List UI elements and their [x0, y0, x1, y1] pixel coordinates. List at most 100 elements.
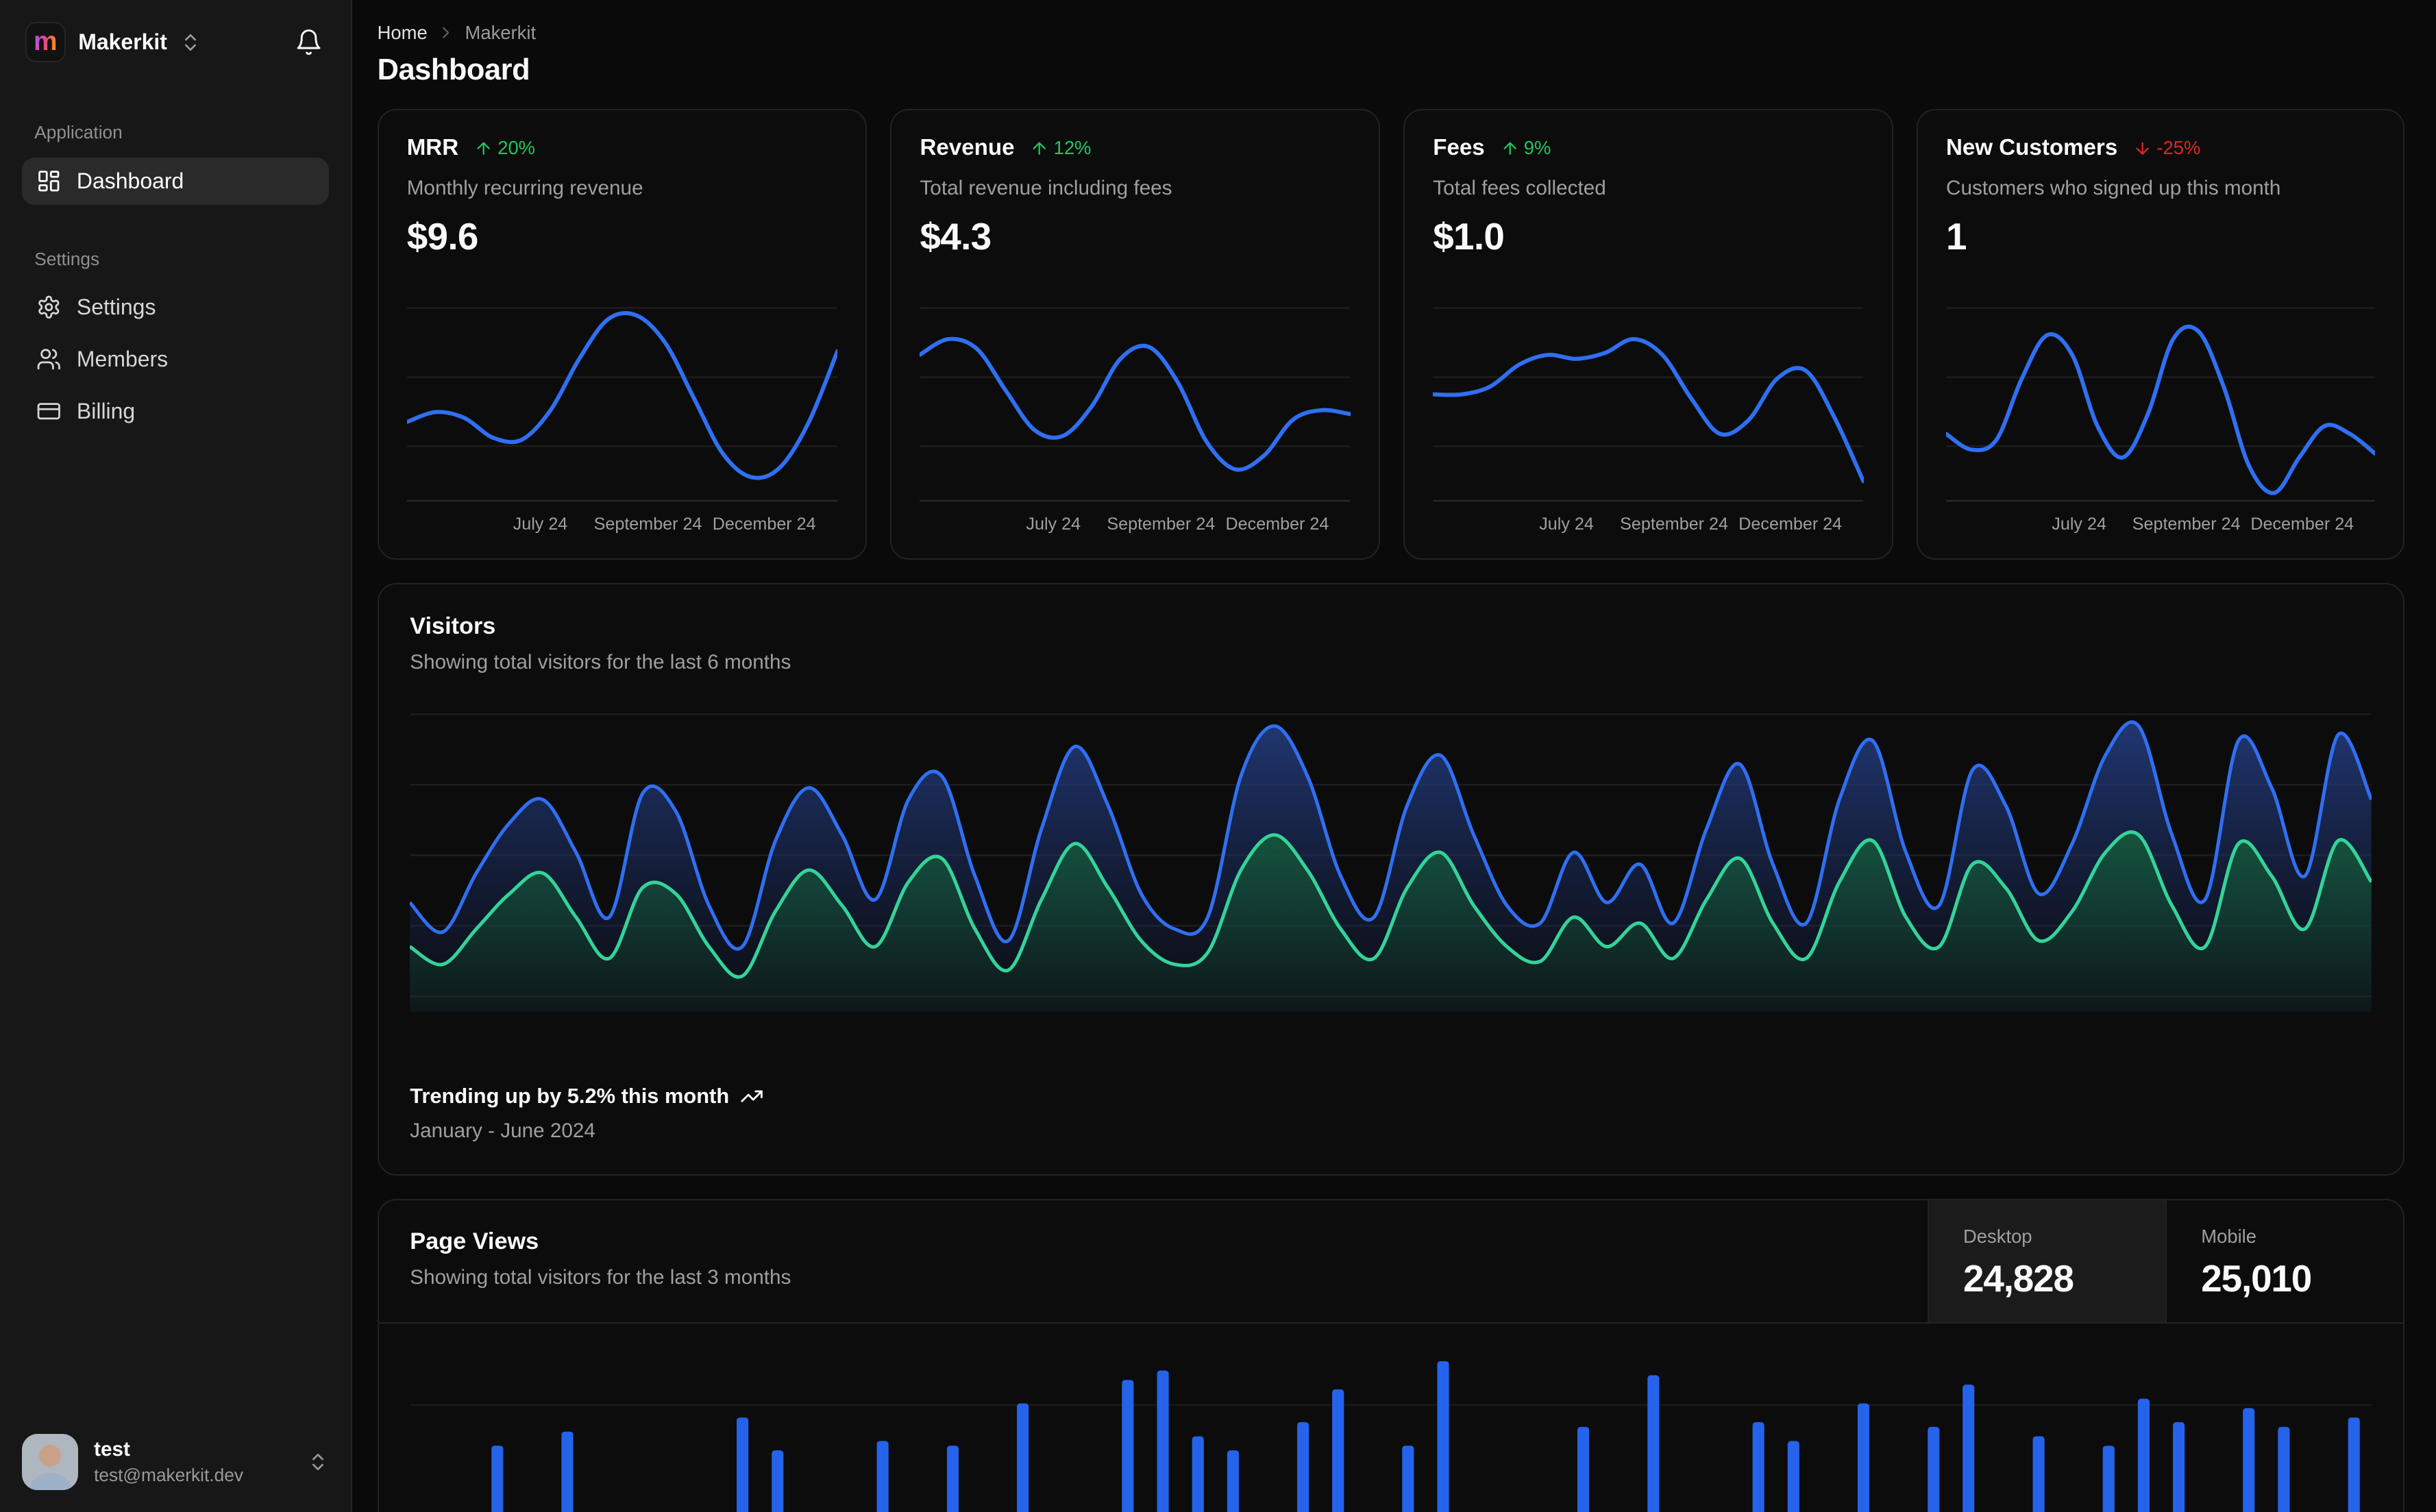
page-views-title: Page Views [410, 1228, 539, 1255]
notifications-button[interactable] [291, 25, 325, 60]
sidebar: m Makerkit Application Dashboard Setting… [0, 0, 353, 1512]
axis-tick: July 24 [1539, 515, 1594, 534]
axis-tick: December 24 [712, 515, 816, 534]
chevrons-up-down-icon [185, 34, 197, 51]
new-customers-sparkline-chart [1944, 286, 2377, 502]
axis-tick: July 24 [1026, 515, 1081, 534]
stat-change: 20% [497, 137, 536, 159]
credit-card-icon [37, 403, 60, 420]
arrow-down-icon [2136, 142, 2149, 155]
stat-title: Revenue [920, 135, 1015, 161]
chevron-right-icon [443, 27, 450, 38]
logo-letter: m [33, 27, 58, 57]
stat-title: Fees [1433, 135, 1485, 161]
page-title: Dashboard [377, 53, 530, 86]
page-views-tabs: Desktop 24,828 Mobile 25,010 [1927, 1200, 2404, 1323]
user-meta: test test@makerkit.dev [94, 1437, 243, 1487]
page-views-subtitle: Showing total visitors for the last 3 mo… [410, 1266, 791, 1289]
layout-dashboard-icon [38, 171, 59, 192]
visitors-subtitle: Showing total visitors for the last 6 mo… [410, 650, 791, 673]
sidebar-item-label: Settings [76, 295, 156, 320]
visitors-area-chart [408, 705, 2374, 1013]
tab-value: 24,828 [1963, 1257, 2074, 1300]
visitors-footer-trend: Trending up by 5.2% this month [410, 1084, 2372, 1108]
bell-icon [297, 29, 321, 55]
tab-label: Mobile [2201, 1225, 2257, 1247]
arrow-up-icon [477, 142, 490, 155]
sidebar-item-dashboard[interactable]: Dashboard [21, 157, 330, 205]
main-content: Home Makerkit Dashboard MRR 20% Monthly … [352, 0, 2436, 1512]
tab-mobile[interactable]: Mobile 25,010 [2165, 1200, 2403, 1323]
sparkline-axis: July 24 September 24 December 24 [407, 515, 837, 538]
sidebar-item-members[interactable]: Members [22, 336, 329, 383]
stat-value: 1 [1946, 214, 1967, 258]
axis-tick: September 24 [2132, 515, 2241, 534]
sidebar-item-label: Dashboard [76, 168, 184, 193]
sidebar-item-billing[interactable]: Billing [22, 388, 329, 435]
breadcrumb: Home Makerkit [378, 22, 2405, 44]
trend-badge: -25% [2133, 137, 2200, 159]
trend-badge: 20% [474, 137, 535, 159]
axis-tick: September 24 [1107, 515, 1216, 534]
mrr-sparkline-chart [404, 286, 839, 502]
user-menu[interactable]: test test@makerkit.dev [0, 1415, 351, 1512]
page-views-bar-chart [410, 1324, 2372, 1512]
nav-section-application: Application Dashboard [21, 122, 330, 205]
sparkline-axis: July 24 September 24 December 24 [920, 515, 1350, 538]
sidebar-nav: Application Dashboard Settings Settings … [0, 122, 351, 1415]
stat-title: MRR [406, 135, 459, 161]
stat-value: $9.6 [406, 214, 479, 258]
workspace-selector[interactable]: m Makerkit [25, 21, 202, 63]
sparkline-axis: July 24 September 24 December 24 [1433, 515, 1863, 538]
visitors-date-range: January - June 2024 [410, 1119, 595, 1143]
sparkline-axis: July 24 September 24 December 24 [1946, 515, 2375, 538]
revenue-sparkline-chart [918, 286, 1353, 502]
stat-description: Total fees collected [1433, 177, 1606, 200]
axis-tick: July 24 [2052, 515, 2106, 534]
stat-card-mrr: MRR 20% Monthly recurring revenue $9.6 J… [377, 108, 868, 560]
user-email: test@makerkit.dev [94, 1465, 243, 1486]
stat-value: $4.3 [920, 214, 992, 258]
sidebar-item-label: Billing [76, 398, 136, 423]
sidebar-header: m Makerkit [0, 0, 351, 63]
axis-tick: September 24 [593, 515, 702, 534]
axis-tick: December 24 [1225, 515, 1329, 534]
nav-section-settings: Settings Settings Members Billing [22, 249, 329, 435]
stat-card-revenue: Revenue 12% Total revenue including fees… [890, 108, 1380, 560]
chevrons-up-down-icon [312, 1453, 324, 1470]
arrow-up-icon [1033, 142, 1046, 155]
user-name: test [94, 1438, 130, 1461]
gear-icon [38, 296, 59, 319]
axis-tick: July 24 [513, 515, 568, 534]
workspace-name: Makerkit [78, 29, 167, 55]
trending-up-icon [741, 1090, 763, 1102]
section-label: Settings [34, 248, 100, 269]
stat-description: Total revenue including fees [920, 177, 1172, 200]
axis-tick: December 24 [1738, 515, 1843, 534]
visitors-panel: Visitors Showing total visitors for the … [377, 583, 2405, 1176]
arrow-up-icon [1503, 142, 1516, 155]
page-views-panel: Page Views Showing total visitors for th… [377, 1199, 2405, 1512]
stat-change: 12% [1053, 137, 1092, 159]
trend-badge: 12% [1030, 137, 1091, 159]
tab-value: 25,010 [2201, 1257, 2312, 1300]
app-window: m Makerkit Application Dashboard Setting… [0, 0, 2436, 1512]
axis-tick: September 24 [1620, 515, 1728, 534]
page-views-header: Page Views Showing total visitors for th… [378, 1200, 2404, 1324]
visitors-title: Visitors [410, 612, 496, 639]
sidebar-item-settings[interactable]: Settings [22, 284, 329, 331]
breadcrumb-home-link[interactable]: Home [378, 22, 428, 44]
sidebar-item-label: Members [76, 347, 169, 372]
stat-cards-row: MRR 20% Monthly recurring revenue $9.6 J… [377, 108, 2405, 560]
tab-label: Desktop [1963, 1225, 2032, 1247]
stat-description: Customers who signed up this month [1946, 177, 2281, 200]
stat-card-fees: Fees 9% Total fees collected $1.0 July 2… [1403, 108, 1893, 560]
stat-value: $1.0 [1433, 214, 1505, 258]
stat-change: 9% [1523, 137, 1551, 159]
fees-sparkline-chart [1431, 286, 1866, 502]
stat-change: -25% [2156, 137, 2201, 159]
tab-desktop[interactable]: Desktop 24,828 [1927, 1200, 2166, 1323]
stat-title: New Customers [1946, 135, 2118, 161]
makerkit-logo: m [25, 21, 66, 63]
section-label: Application [34, 122, 123, 143]
